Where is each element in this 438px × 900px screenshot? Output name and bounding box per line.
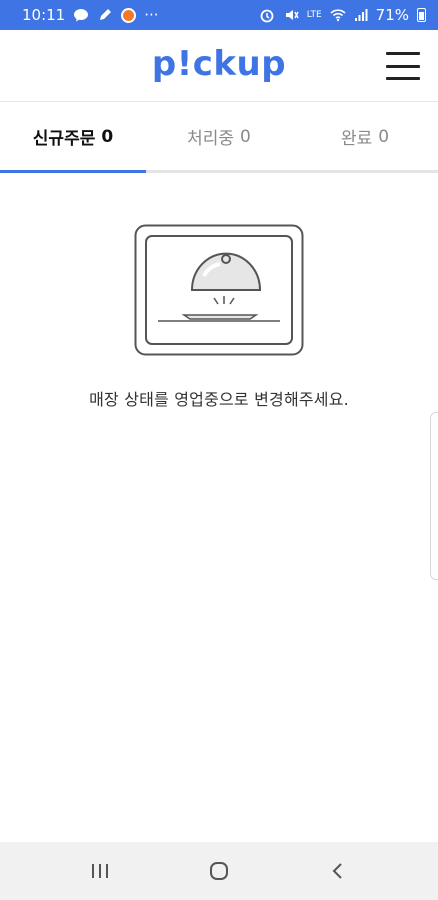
- tab-count: 0: [378, 126, 390, 147]
- tab-processing[interactable]: 처리중 0: [146, 103, 292, 170]
- order-tabs: 신규주문 0 처리중 0 완료 0: [0, 103, 438, 173]
- edge-panel-handle[interactable]: [430, 412, 438, 580]
- app-logo: p!ckup: [151, 44, 287, 84]
- app-header: p!ckup: [0, 30, 438, 102]
- tab-completed[interactable]: 완료 0: [292, 103, 438, 170]
- recents-icon[interactable]: [80, 851, 120, 891]
- hamburger-icon[interactable]: [386, 52, 420, 80]
- status-right: LTE 71%: [259, 6, 426, 24]
- system-nav-bar: [0, 842, 438, 900]
- signal-icon: [354, 8, 368, 22]
- tab-count: 0: [101, 126, 114, 147]
- tab-label: 신규주문: [32, 129, 96, 149]
- pen-icon: [97, 7, 113, 23]
- mute-icon: [283, 7, 299, 23]
- status-time: 10:11: [22, 6, 66, 24]
- tab-new-orders[interactable]: 신규주문 0: [0, 103, 146, 173]
- home-icon[interactable]: [199, 851, 239, 891]
- wifi-icon: [330, 8, 346, 22]
- tab-label: 완료: [340, 129, 373, 149]
- back-icon[interactable]: [318, 851, 358, 891]
- empty-state: 매장 상태를 영업중으로 변경해주세요.: [0, 224, 438, 410]
- status-left: 10:11 ···: [22, 6, 159, 24]
- battery-icon: [417, 8, 426, 22]
- message-icon: [73, 7, 89, 23]
- tab-label: 처리중: [187, 129, 235, 149]
- status-bar: 10:11 ··· LTE 71%: [0, 0, 438, 30]
- status-more: ···: [144, 6, 159, 24]
- alarm-icon: [259, 7, 275, 23]
- notification-badge-icon: [121, 7, 137, 23]
- tab-count: 0: [240, 126, 251, 147]
- empty-message: 매장 상태를 영업중으로 변경해주세요.: [89, 390, 349, 409]
- battery-level: 71%: [375, 6, 409, 24]
- network-type: LTE: [306, 10, 322, 20]
- food-cloche-icon: [134, 224, 304, 356]
